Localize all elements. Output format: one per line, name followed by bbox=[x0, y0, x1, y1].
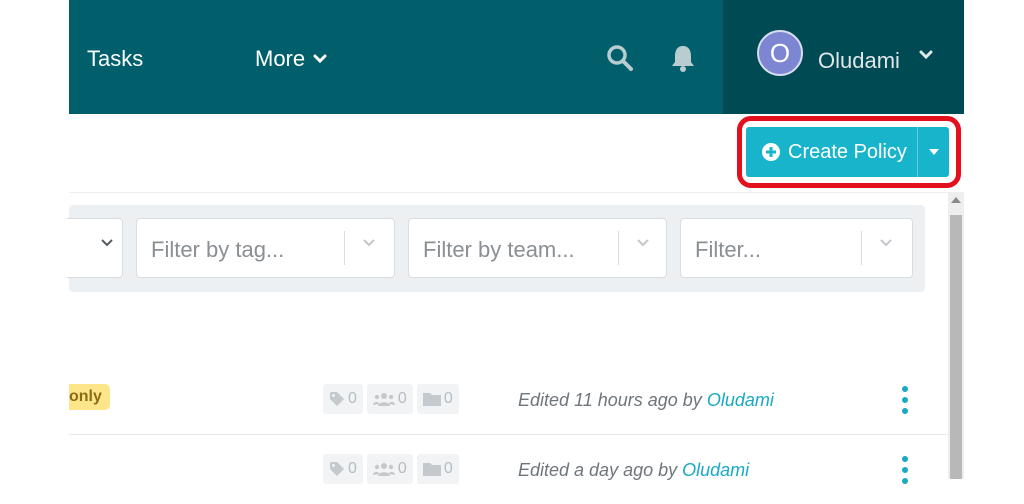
chevron-down-icon bbox=[880, 239, 892, 247]
chevron-down-icon bbox=[637, 239, 649, 247]
tag-count: 0 bbox=[323, 384, 363, 414]
nav-more-label: More bbox=[255, 46, 306, 71]
folder-count-value: 0 bbox=[443, 460, 453, 477]
team-count-value: 0 bbox=[397, 390, 407, 407]
edited-text: Edited a day ago by bbox=[518, 460, 683, 480]
status-badge: only bbox=[69, 384, 110, 410]
filter-panel: Filter by tag... Filter by team... Filte… bbox=[67, 205, 925, 292]
table-row[interactable]: 0 0 0 Edited a day ago by Oludami bbox=[69, 436, 948, 504]
filter-separator bbox=[861, 231, 862, 265]
highlight-outline bbox=[737, 116, 961, 188]
filter-by-team-placeholder: Filter by team... bbox=[423, 237, 575, 262]
team-count-value: 0 bbox=[397, 460, 407, 477]
row-actions-menu[interactable] bbox=[900, 386, 910, 414]
filter-separator bbox=[344, 231, 345, 265]
chevron-down-icon bbox=[313, 54, 327, 64]
scroll-thumb[interactable] bbox=[950, 215, 962, 479]
chevron-down-icon bbox=[101, 239, 113, 247]
chevron-down-icon[interactable] bbox=[919, 50, 933, 60]
folder-count-value: 0 bbox=[443, 390, 453, 407]
table-row[interactable]: only 0 0 0 Edited 11 hours ago by Oludam… bbox=[69, 366, 948, 435]
filter-other[interactable]: Filter... bbox=[680, 218, 913, 278]
tag-count: 0 bbox=[323, 454, 363, 484]
tag-count-value: 0 bbox=[348, 390, 357, 407]
folder-count: 0 bbox=[416, 454, 459, 484]
tag-icon bbox=[330, 392, 344, 406]
filter-by-team[interactable]: Filter by team... bbox=[408, 218, 667, 278]
kebab-icon bbox=[902, 386, 908, 392]
editor-link[interactable]: Oludami bbox=[707, 390, 774, 410]
team-count: 0 bbox=[366, 384, 413, 414]
filter-by-tag[interactable]: Filter by tag... bbox=[136, 218, 395, 278]
avatar[interactable]: O bbox=[757, 30, 803, 76]
row-counts: 0 0 0 bbox=[323, 454, 459, 484]
edited-text: Edited 11 hours ago by bbox=[518, 390, 707, 410]
scrollbar[interactable] bbox=[948, 193, 964, 479]
users-icon bbox=[372, 393, 395, 406]
kebab-icon bbox=[902, 456, 908, 462]
folder-icon bbox=[422, 463, 441, 476]
scroll-up-arrow[interactable] bbox=[951, 197, 961, 203]
row-counts: 0 0 0 bbox=[323, 384, 459, 414]
filter-partial[interactable] bbox=[67, 218, 123, 278]
bell-icon[interactable] bbox=[665, 40, 701, 76]
filter-other-placeholder: Filter... bbox=[695, 237, 762, 262]
filter-by-tag-placeholder: Filter by tag... bbox=[151, 237, 285, 262]
search-icon[interactable] bbox=[602, 40, 638, 76]
user-menu[interactable]: O Oludami bbox=[723, 0, 964, 114]
folder-icon bbox=[422, 393, 441, 406]
row-actions-menu[interactable] bbox=[900, 456, 910, 484]
username[interactable]: Oludami bbox=[818, 48, 900, 74]
tag-icon bbox=[330, 462, 344, 476]
tag-count-value: 0 bbox=[348, 460, 357, 477]
folder-count: 0 bbox=[416, 384, 459, 414]
nav-more[interactable]: More bbox=[255, 46, 327, 72]
chevron-down-icon bbox=[363, 239, 375, 247]
edited-info: Edited a day ago by Oludami bbox=[518, 460, 749, 481]
nav-tasks[interactable]: Tasks bbox=[87, 46, 143, 72]
filter-separator bbox=[618, 231, 619, 265]
editor-link[interactable]: Oludami bbox=[682, 460, 749, 480]
users-icon bbox=[372, 463, 395, 476]
team-count: 0 bbox=[366, 454, 413, 484]
edited-info: Edited 11 hours ago by Oludami bbox=[518, 390, 774, 411]
